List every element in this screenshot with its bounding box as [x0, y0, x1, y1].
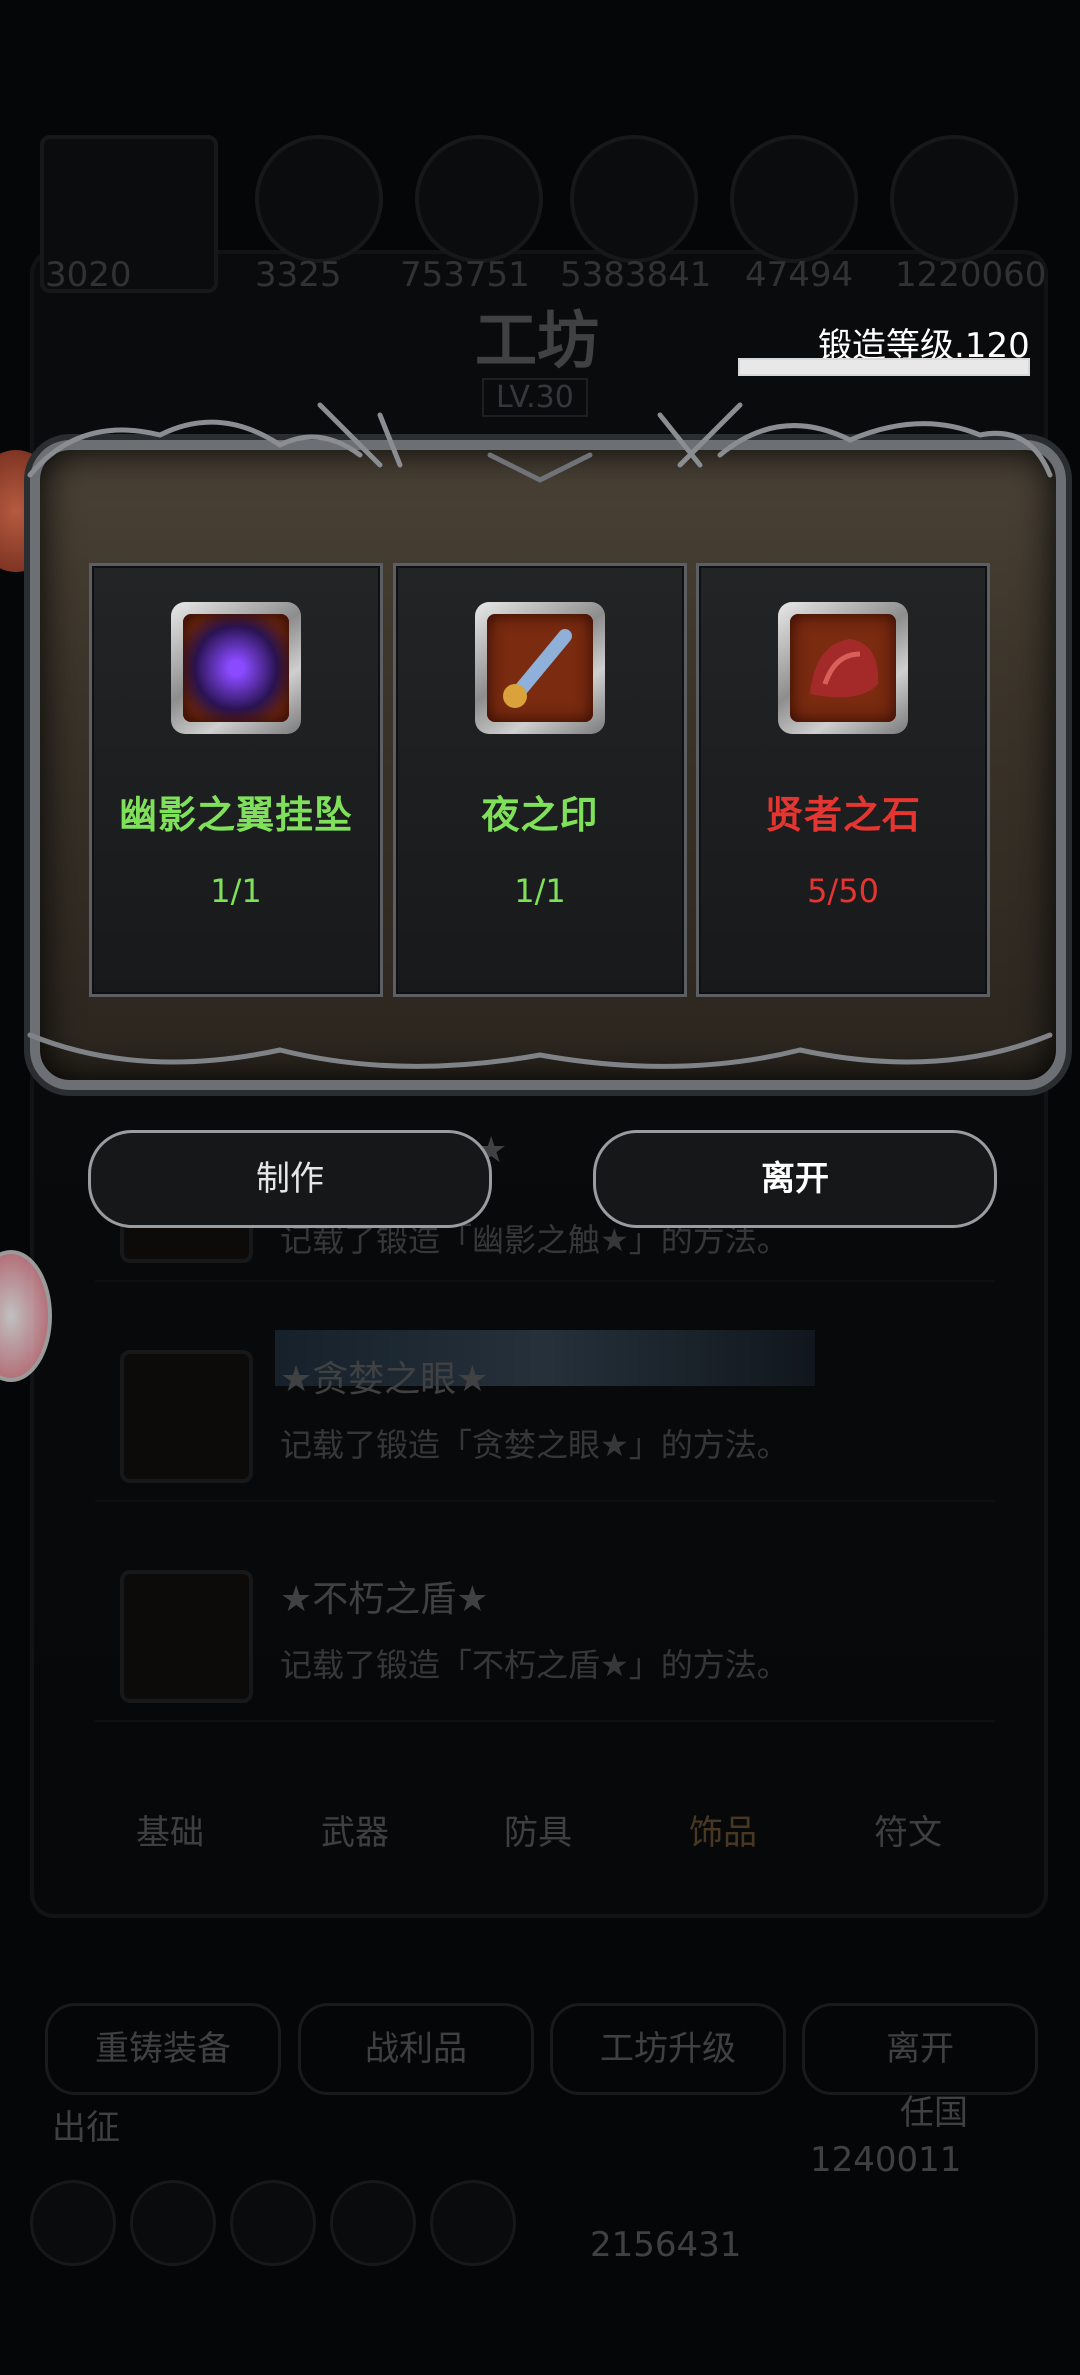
- forge-level-progress: [738, 358, 1030, 376]
- material-name: 夜之印: [481, 793, 599, 837]
- item-frame[interactable]: [778, 602, 908, 734]
- material-card: 夜之印 1/1: [393, 563, 687, 997]
- recipe-icon: [120, 1350, 253, 1483]
- ornament-bottom: [27, 1032, 1053, 1069]
- item-frame[interactable]: [475, 602, 605, 734]
- resource-icon: [255, 135, 383, 263]
- tab-weapons: 武器: [321, 1813, 389, 1853]
- upgrade-button: 工坊升级: [550, 2003, 786, 2095]
- tab-accessories: 饰品: [689, 1813, 757, 1853]
- nav-icon: [430, 2180, 516, 2266]
- material-name: 贤者之石: [764, 793, 921, 837]
- stat-value: 3325: [255, 255, 342, 295]
- tab-armor: 防具: [504, 1813, 572, 1853]
- right-label: 任国: [900, 2093, 968, 2133]
- recipe-title: ★不朽之盾★: [280, 1579, 489, 1620]
- recipe-desc: 记载了锻造「贪婪之眼★」的方法。: [280, 1426, 789, 1464]
- material-count: 5/50: [807, 872, 879, 910]
- sage-stone-icon: [790, 614, 896, 722]
- recipe-row: ★不朽之盾★ 记载了锻造「不朽之盾★」的方法。: [95, 1540, 995, 1722]
- expedition-label: 出征: [52, 2108, 120, 2148]
- recipe-row: ★贪婪之眼★ 记载了锻造「贪婪之眼★」的方法。: [95, 1320, 995, 1502]
- craft-button[interactable]: 制作: [88, 1130, 492, 1228]
- material-card: 贤者之石 5/50: [696, 563, 990, 997]
- stat-value: 753751: [400, 255, 530, 295]
- nav-icon: [130, 2180, 216, 2266]
- background-leave-button: 离开: [802, 2003, 1038, 2095]
- tab-runes: 符文: [874, 1813, 942, 1853]
- night-seal-icon: [487, 614, 593, 722]
- resource-icon: [570, 135, 698, 263]
- recipe-title: ★贪婪之眼★: [280, 1359, 489, 1400]
- resource-icon: [890, 135, 1018, 263]
- tab-basic: 基础: [136, 1813, 204, 1853]
- reforge-button: 重铸装备: [45, 2003, 281, 2095]
- workshop-title: 工坊: [475, 304, 600, 377]
- stat-value: 3020: [45, 255, 132, 295]
- stat-value: 5383841: [560, 255, 712, 295]
- stat-value: 1220060: [895, 255, 1047, 295]
- leave-button[interactable]: 离开: [593, 1130, 997, 1228]
- recipe-desc: 记载了锻造「不朽之盾★」的方法。: [280, 1646, 789, 1684]
- material-name: 幽影之翼挂坠: [118, 793, 353, 837]
- material-card: 幽影之翼挂坠 1/1: [89, 563, 383, 997]
- ornament-top: [27, 402, 1053, 483]
- item-frame[interactable]: [171, 602, 301, 734]
- nav-icon: [230, 2180, 316, 2266]
- nav-icon: [330, 2180, 416, 2266]
- material-count: 1/1: [514, 872, 566, 910]
- gold-count: 1240011: [810, 2140, 962, 2180]
- nav-icon: [30, 2180, 116, 2266]
- resource-icon: [730, 135, 858, 263]
- recipe-icon: [120, 1570, 253, 1703]
- resource-icon: [415, 135, 543, 263]
- gem-count: 2156431: [590, 2225, 742, 2265]
- loot-button: 战利品: [298, 2003, 534, 2095]
- stat-value: 47494: [745, 255, 854, 295]
- shadow-wing-pendant-icon: [183, 614, 289, 722]
- forge-level-progress-fill: [740, 360, 1028, 374]
- material-count: 1/1: [210, 872, 262, 910]
